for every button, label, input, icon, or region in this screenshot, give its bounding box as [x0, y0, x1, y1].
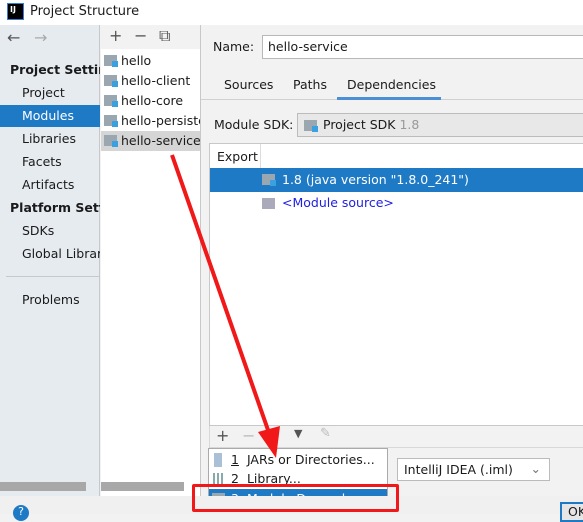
annotation-highlight-box [192, 484, 399, 512]
arrow-shaft [170, 154, 270, 431]
arrow-head [258, 426, 280, 458]
annotation-arrow [170, 154, 280, 458]
